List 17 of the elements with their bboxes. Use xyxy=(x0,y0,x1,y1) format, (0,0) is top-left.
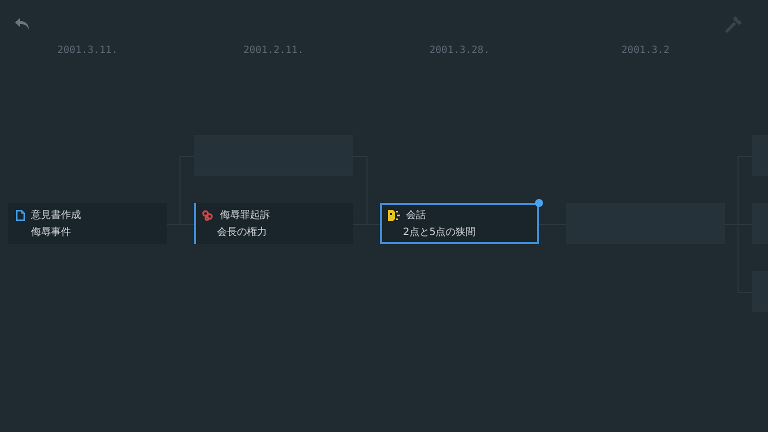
card-title: 会話 xyxy=(406,208,426,222)
rings-icon xyxy=(202,210,214,220)
event-card[interactable]: 侮辱罪起訴 会長の権力 xyxy=(194,203,353,244)
date-label: 2001.3.2 xyxy=(621,44,670,56)
document-icon xyxy=(16,210,25,220)
connector-handle[interactable] xyxy=(535,199,543,207)
event-card[interactable]: 意見書作成 侮辱事件 xyxy=(8,203,167,244)
date-label: 2001.3.11. xyxy=(57,44,118,56)
back-icon[interactable] xyxy=(13,16,31,32)
date-label: 2001.3.28. xyxy=(429,44,490,56)
card-title: 意見書作成 xyxy=(31,208,81,222)
card-subtitle: 侮辱事件 xyxy=(30,226,72,239)
card-subtitle: 会長の権力 xyxy=(216,226,268,239)
card-subtitle: 2点と5点の狭間 xyxy=(402,226,477,239)
card-title: 侮辱罪起訴 xyxy=(220,208,270,222)
talking-icon xyxy=(388,210,400,220)
date-label: 2001.2.11. xyxy=(243,44,304,56)
